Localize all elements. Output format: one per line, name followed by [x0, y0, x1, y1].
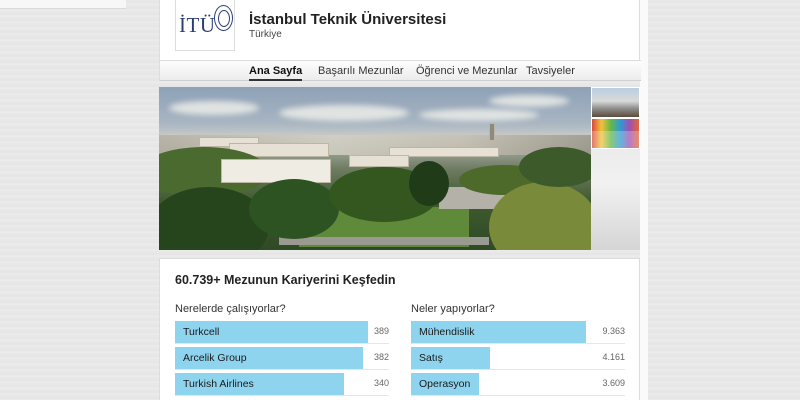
page-edge	[640, 0, 648, 400]
tab-notable-alumni[interactable]: Başarılı Mezunlar	[318, 65, 404, 79]
bar-label: Turkish Airlines	[183, 378, 254, 390]
bar-label: Arcelik Group	[183, 352, 247, 364]
photo-thumbnails	[591, 87, 640, 250]
logo-wordmark: İTÜ	[179, 13, 216, 37]
bar-label: Operasyon	[419, 378, 471, 390]
thumbnail-image[interactable]	[591, 87, 640, 118]
bar-label: Turkcell	[183, 326, 220, 338]
where-they-work-heading: Nerelerde çalışıyorlar?	[175, 303, 286, 315]
hero-banner	[159, 87, 640, 250]
function-bar-row[interactable]: Operasyon 3.609	[411, 373, 625, 396]
university-logo[interactable]: İTÜ	[175, 0, 235, 51]
left-panel	[0, 0, 126, 9]
employer-bar-row[interactable]: Turkish Airlines 340	[175, 373, 389, 396]
bar-value: 389	[373, 326, 389, 336]
function-bar-row[interactable]: Mühendislik 9.363	[411, 321, 625, 344]
page-title: İstanbul Teknik Üniversitesi	[249, 11, 447, 28]
bar-value: 382	[373, 352, 389, 362]
bar-label: Satış	[419, 352, 443, 364]
tab-students-alumni[interactable]: Öğrenci ve Mezunlar	[416, 65, 518, 79]
location-text: Türkiye	[249, 29, 282, 40]
tab-home[interactable]: Ana Sayfa	[249, 65, 303, 81]
bar-label: Mühendislik	[419, 326, 475, 338]
seal-icon	[214, 5, 233, 31]
insights-title: 60.739+ Mezunun Kariyerini Keşfedin	[175, 273, 396, 287]
thumbnail-image[interactable]	[591, 118, 640, 149]
bar-value: 3.609	[602, 378, 625, 388]
company-page: İTÜ İstanbul Teknik Üniversitesi Türkiye…	[159, 0, 641, 400]
alumni-insights-card: 60.739+ Mezunun Kariyerini Keşfedin Nere…	[159, 258, 640, 400]
page-header: İTÜ İstanbul Teknik Üniversitesi Türkiye…	[159, 0, 641, 81]
bar-value: 340	[373, 378, 389, 388]
what-they-do-heading: Neler yapıyorlar?	[411, 303, 495, 315]
function-bar-row[interactable]: Satış 4.161	[411, 347, 625, 370]
tab-bar: Ana Sayfa Başarılı Mezunlar Öğrenci ve M…	[160, 60, 641, 81]
employer-bar-row[interactable]: Turkcell 389	[175, 321, 389, 344]
bar-value: 4.161	[602, 352, 625, 362]
employer-bar-row[interactable]: Arcelik Group 382	[175, 347, 389, 370]
tab-recommendations[interactable]: Tavsiyeler	[526, 65, 575, 79]
campus-photo[interactable]	[159, 87, 591, 250]
bar-value: 9.363	[602, 326, 625, 336]
